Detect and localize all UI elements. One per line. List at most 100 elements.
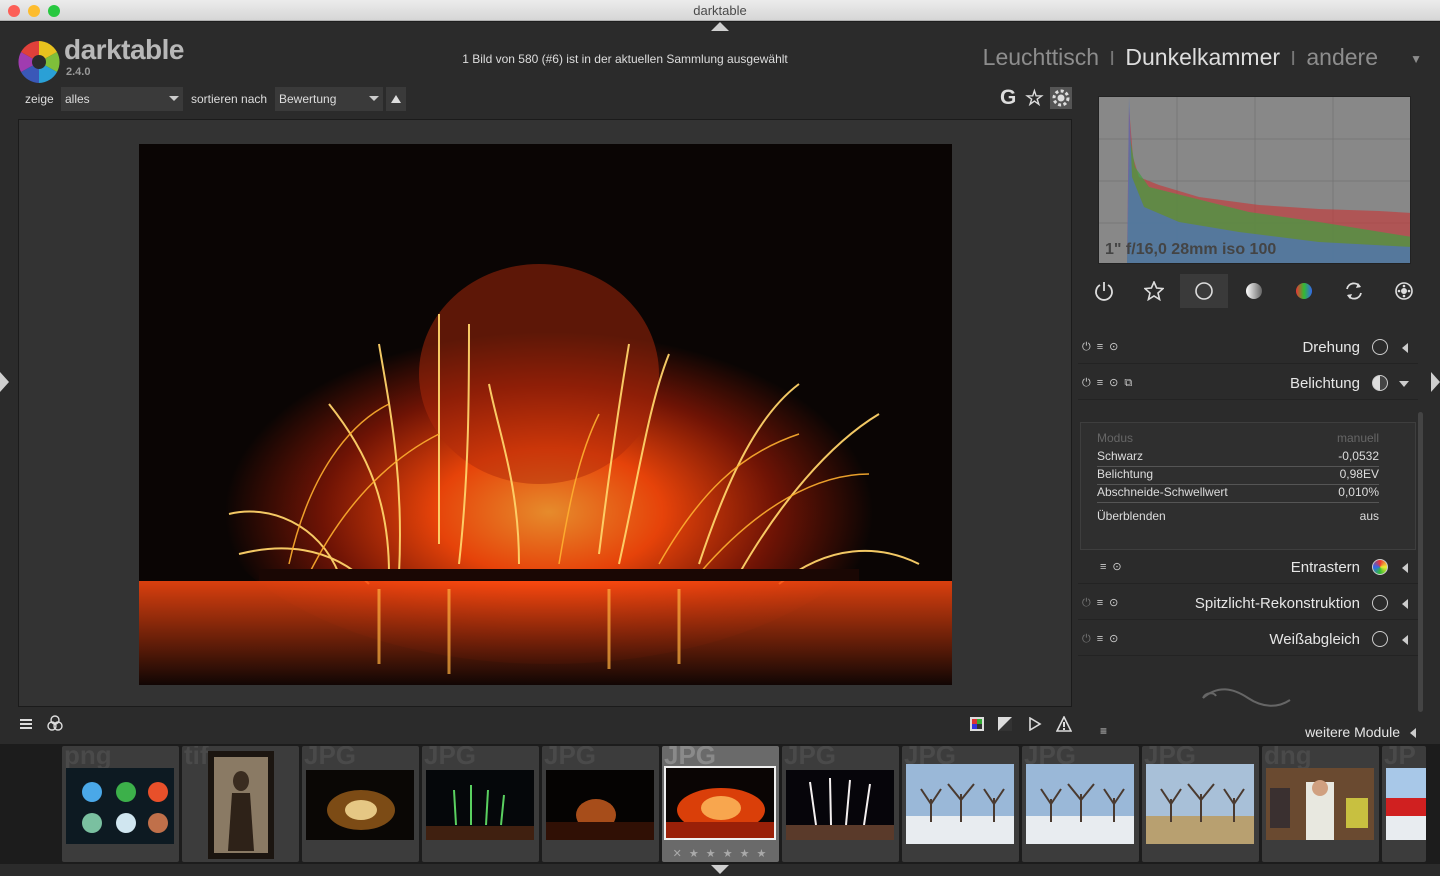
thumbnail-image: [306, 770, 414, 840]
collapse-arrow-icon[interactable]: [1399, 381, 1409, 387]
histogram-graph: [1099, 97, 1410, 263]
favorite-modules-group-button[interactable]: [1130, 274, 1178, 308]
more-modules-label: weitere Module: [1305, 724, 1400, 740]
module-entrastern[interactable]: ≡ ⊙ Entrastern: [1078, 550, 1418, 584]
right-panel-toggle[interactable]: [1431, 372, 1440, 392]
selection-status: 1 Bild von 580 (#6) ist in der aktuellen…: [462, 52, 788, 66]
gear-icon[interactable]: [1050, 87, 1072, 109]
instance-icon[interactable]: ⧉: [1124, 377, 1132, 389]
presets-icon[interactable]: ≡: [1097, 633, 1103, 645]
color-assessment-icon[interactable]: [970, 717, 984, 731]
exposure-value: 0,98EV: [1339, 467, 1379, 481]
view-separator: I: [1290, 48, 1296, 70]
sort-order-button[interactable]: [386, 87, 406, 111]
top-panel-toggle[interactable]: [711, 22, 729, 31]
softproof-icon[interactable]: [1028, 717, 1042, 731]
filmstrip-thumb[interactable]: JPG: [302, 746, 419, 862]
expand-arrow-icon[interactable]: [1402, 599, 1408, 609]
expand-arrow-icon[interactable]: [1402, 343, 1408, 353]
file-extension-label: JPG: [784, 746, 837, 770]
thumbnail-image: [208, 751, 274, 859]
view-darkroom[interactable]: Dunkelkammer: [1125, 44, 1280, 70]
view-other[interactable]: andere: [1306, 44, 1378, 70]
presets-icon[interactable]: ≡: [1097, 341, 1103, 353]
reset-icon[interactable]: ⊙: [1112, 561, 1121, 573]
filmstrip-thumb[interactable]: tif: [182, 746, 299, 862]
black-slider[interactable]: Schwarz -0,0532: [1097, 449, 1397, 467]
styles-icon[interactable]: [46, 714, 64, 732]
tone-modules-group-button[interactable]: [1230, 274, 1278, 308]
more-modules-button[interactable]: ≡ weitere Module: [1078, 722, 1418, 744]
bottom-panel-toggle[interactable]: [711, 865, 729, 874]
module-name: Entrastern: [1290, 559, 1360, 576]
hamburger-menu-icon[interactable]: [20, 718, 32, 730]
filmstrip-thumb[interactable]: JP: [1382, 746, 1426, 862]
panel-end-ornament-icon: [1202, 688, 1291, 707]
module-weissabgleich[interactable]: ⏻ ≡ ⊙ Weißabgleich: [1078, 622, 1418, 656]
power-icon[interactable]: ⏻: [1082, 377, 1091, 389]
presets-icon[interactable]: ≡: [1097, 597, 1103, 609]
demosaic-icon: [1372, 559, 1388, 575]
show-dropdown[interactable]: alles: [61, 87, 183, 111]
expand-arrow-icon[interactable]: [1402, 563, 1408, 573]
color-modules-group-button[interactable]: [1280, 274, 1328, 308]
right-panel: 1" f/16,0 28mm iso 100 ⏻ ≡ ⊙ Drehung ⏻ ≡…: [1078, 92, 1424, 740]
module-scrollbar[interactable]: [1418, 412, 1423, 712]
filmstrip-thumb[interactable]: JPG: [422, 746, 539, 862]
tone-icon: [1246, 283, 1262, 299]
module-name: Spitzlicht-Rekonstruktion: [1194, 595, 1360, 612]
left-panel-toggle[interactable]: [0, 372, 9, 392]
power-icon[interactable]: ⏻: [1082, 597, 1091, 609]
basic-icon: [1195, 282, 1213, 300]
reset-icon[interactable]: ⊙: [1109, 341, 1118, 353]
filmstrip-thumb[interactable]: JPG ✕ ★ ★ ★ ★ ★: [662, 746, 779, 862]
show-label: zeige: [25, 92, 54, 106]
filmstrip-thumb[interactable]: png: [62, 746, 179, 862]
module-name: Belichtung: [1289, 375, 1360, 392]
reset-icon[interactable]: ⊙: [1109, 377, 1118, 389]
expand-arrow-icon[interactable]: [1402, 635, 1408, 645]
effect-modules-group-button[interactable]: [1380, 274, 1428, 308]
view-lighttable[interactable]: Leuchttisch: [983, 44, 1099, 70]
power-icon[interactable]: ⏻: [1082, 341, 1091, 353]
reset-icon[interactable]: ⊙: [1109, 633, 1118, 645]
correct-modules-group-button[interactable]: [1330, 274, 1378, 308]
filmstrip-thumb[interactable]: JPG: [1142, 746, 1259, 862]
presets-icon[interactable]: ≡: [1100, 561, 1106, 573]
star-rating[interactable]: ✕ ★ ★ ★ ★ ★: [662, 847, 779, 860]
reset-icon[interactable]: ⊙: [1109, 597, 1118, 609]
filmstrip-thumb[interactable]: JPG: [542, 746, 659, 862]
thumbnail-image: [546, 770, 654, 840]
exposure-label: Belichtung: [1097, 467, 1154, 481]
blend-dropdown[interactable]: Überblenden aus: [1097, 509, 1397, 527]
module-spitzlicht[interactable]: ⏻ ≡ ⊙ Spitzlicht-Rekonstruktion: [1078, 586, 1418, 620]
darktable-logo-icon: [18, 41, 60, 83]
presets-icon[interactable]: ≡: [1100, 724, 1107, 738]
exposure-slider[interactable]: Belichtung 0,98EV: [1097, 467, 1397, 485]
active-modules-group-button[interactable]: [1080, 274, 1128, 308]
histogram[interactable]: 1" f/16,0 28mm iso 100: [1098, 96, 1411, 264]
filmstrip-thumb[interactable]: JPG: [782, 746, 899, 862]
slider-track: [1097, 502, 1379, 503]
app-version: 2.4.0: [66, 66, 91, 78]
gamut-check-icon[interactable]: [1056, 716, 1072, 732]
filmstrip-thumb[interactable]: JPG: [1022, 746, 1139, 862]
filmstrip-thumb[interactable]: dng: [1262, 746, 1379, 862]
clip-threshold-slider[interactable]: Abschneide-Schwellwert 0,010%: [1097, 485, 1397, 503]
power-icon[interactable]: ⏻: [1082, 633, 1091, 645]
overexposure-icon[interactable]: [998, 717, 1012, 731]
main-image[interactable]: [139, 144, 952, 685]
mode-row[interactable]: Modus manuell: [1097, 431, 1397, 449]
module-belichtung[interactable]: ⏻ ≡ ⊙ ⧉ Belichtung: [1078, 366, 1418, 400]
basic-modules-group-button[interactable]: [1180, 274, 1228, 308]
presets-icon[interactable]: ≡: [1097, 377, 1103, 389]
chevron-down-icon: [169, 96, 179, 101]
exif-info: 1" f/16,0 28mm iso 100: [1105, 241, 1277, 258]
star-overlay-button[interactable]: ☆: [1025, 86, 1044, 111]
module-drehung[interactable]: ⏻ ≡ ⊙ Drehung: [1078, 330, 1418, 364]
filmstrip-thumb[interactable]: JPG: [902, 746, 1019, 862]
grouping-button[interactable]: G: [1000, 86, 1016, 110]
module-controls: ⏻ ≡ ⊙: [1082, 340, 1124, 354]
view-menu-chevron-icon[interactable]: ▼: [1410, 52, 1422, 66]
sort-dropdown[interactable]: Bewertung: [275, 87, 383, 111]
